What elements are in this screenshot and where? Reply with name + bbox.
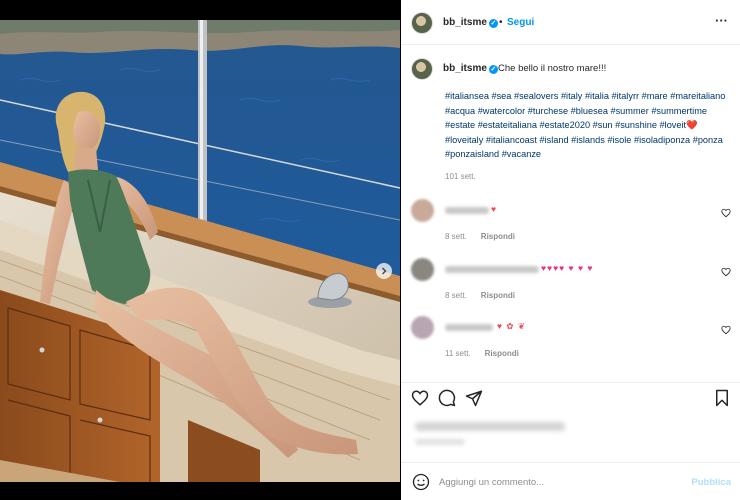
caption-username[interactable]: bb_itsme ✓ (443, 63, 498, 74)
comment-age: 8 sett. (445, 232, 467, 241)
heart-outline-icon[interactable] (411, 389, 429, 407)
avatar[interactable] (411, 199, 434, 222)
comment-meta: 8 sett. Rispondi (445, 291, 515, 300)
reply-button[interactable]: Rispondi (481, 232, 515, 241)
comment-meta: 8 sett. Rispondi (445, 232, 515, 241)
username-text: bb_itsme (443, 63, 487, 74)
blurred-comment-text (445, 266, 539, 273)
heart-outline-icon[interactable] (721, 267, 731, 277)
more-dots-icon[interactable]: ··· (715, 13, 728, 28)
username[interactable]: bb_itsme ✓ (443, 17, 498, 28)
carousel-next-button[interactable] (376, 263, 392, 279)
heart-outline-icon[interactable] (721, 208, 731, 218)
post-photo[interactable] (0, 20, 400, 482)
publish-button[interactable]: Pubblica (691, 477, 731, 488)
comment-composer: Pubblica (401, 462, 740, 500)
follow-button[interactable]: Segui (507, 17, 534, 28)
verified-badge-icon: ✓ (488, 19, 498, 28)
hashtags[interactable]: #italiansea #sea #sealovers #italy #ital… (445, 89, 730, 162)
avatar[interactable] (411, 258, 434, 281)
blurred-comment-text (445, 207, 489, 214)
verified-badge-icon: ✓ (488, 65, 498, 74)
comment-emoji: ♥ (491, 204, 498, 214)
blurred-likes (415, 422, 565, 431)
post-viewer: bb_itsme ✓ • Segui ··· bb_itsme ✓ Che bell… (0, 0, 740, 500)
post-image (0, 20, 400, 482)
heart-outline-icon[interactable] (721, 325, 731, 335)
avatar[interactable] (411, 316, 434, 339)
comment-age: 11 sett. (445, 349, 471, 358)
reply-button[interactable]: Rispondi (485, 349, 519, 358)
post-age[interactable]: 101 sett. (445, 172, 476, 181)
reply-button[interactable]: Rispondi (481, 291, 515, 300)
avatar[interactable] (411, 58, 433, 80)
caption-text: Che bello il nostro mare!!! (498, 63, 607, 74)
separator-dot: • (499, 17, 503, 28)
comment-age: 8 sett. (445, 291, 467, 300)
avatar[interactable] (411, 12, 433, 34)
comment-meta: 11 sett. Rispondi (445, 349, 519, 358)
blurred-date (415, 439, 465, 445)
post-side-panel: bb_itsme ✓ • Segui ··· bb_itsme ✓ Che bell… (401, 0, 740, 500)
bookmark-icon[interactable] (713, 389, 731, 407)
comment-input[interactable] (439, 472, 679, 492)
smiley-icon[interactable] (412, 473, 430, 491)
comment-item: ♥ 8 sett. Rispondi (401, 199, 740, 249)
comment-emoji: ♥ ✿ ❦ (497, 321, 527, 331)
username-text: bb_itsme (443, 17, 487, 28)
comment-bubble-icon[interactable] (438, 389, 456, 407)
comment-emoji: ♥♥♥♥ ♥ ♥ ♥ (541, 263, 594, 273)
blurred-comment-text (445, 324, 493, 331)
chevron-right-icon (382, 267, 387, 275)
comment-item: ♥♥♥♥ ♥ ♥ ♥ 8 sett. Rispondi (401, 258, 740, 308)
post-actions (401, 382, 740, 412)
paper-plane-icon[interactable] (465, 389, 483, 407)
post-header: bb_itsme ✓ • Segui ··· (401, 0, 740, 45)
comment-item: ♥ ✿ ❦ 11 sett. Rispondi (401, 316, 740, 366)
